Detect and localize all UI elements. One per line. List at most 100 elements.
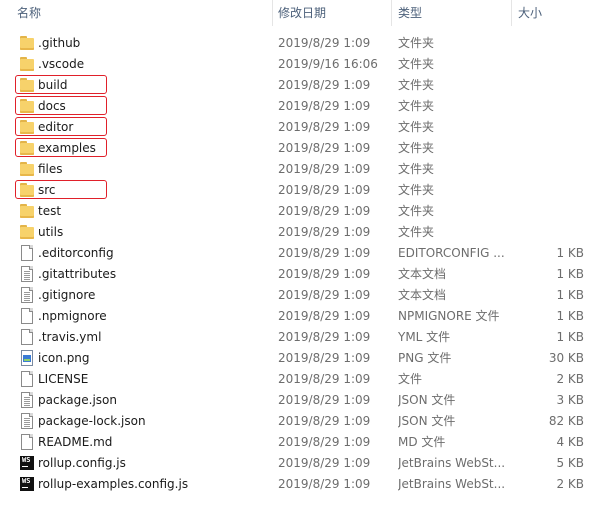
file-row[interactable]: icon.png 2019/8/29 1:09 PNG 文件 30 KB (0, 348, 609, 369)
file-row[interactable]: .travis.yml 2019/8/29 1:09 YML 文件 1 KB (0, 327, 609, 348)
folder-icon (19, 98, 35, 114)
folder-icon (19, 35, 35, 51)
file-type: EDITORCONFIG ... (398, 246, 505, 260)
file-row[interactable]: editor 2019/8/29 1:09 文件夹 (0, 117, 609, 138)
file-size: 1 KB (556, 267, 584, 281)
file-date: 2019/8/29 1:09 (278, 372, 371, 386)
file-name: examples (38, 141, 96, 155)
file-type: JSON 文件 (398, 393, 456, 407)
text-file-icon (19, 266, 35, 282)
file-row[interactable]: test 2019/8/29 1:09 文件夹 (0, 201, 609, 222)
file-date: 2019/8/29 1:09 (278, 120, 371, 134)
file-date: 2019/8/29 1:09 (278, 183, 371, 197)
file-type: 文件夹 (398, 204, 435, 218)
folder-icon (19, 140, 35, 156)
file-name: .npmignore (38, 309, 107, 323)
file-date: 2019/8/29 1:09 (278, 225, 371, 239)
folder-icon (19, 77, 35, 93)
file-row[interactable]: WS rollup-examples.config.js 2019/8/29 1:0… (0, 474, 609, 495)
file-date: 2019/8/29 1:09 (278, 330, 371, 344)
file-name: editor (38, 120, 74, 134)
file-type: 文件夹 (398, 141, 435, 155)
column-header-name[interactable]: 名称 (17, 0, 41, 26)
file-size: 82 KB (548, 414, 584, 428)
file-row[interactable]: .gitattributes 2019/8/29 1:09 文本文档 1 KB (0, 264, 609, 285)
file-date: 2019/8/29 1:09 (278, 36, 371, 50)
file-name: LICENSE (38, 372, 89, 386)
file-date: 2019/8/29 1:09 (278, 393, 371, 407)
file-size: 2 KB (556, 477, 584, 491)
text-file-icon (19, 413, 35, 429)
file-type: 文件 (398, 372, 423, 386)
folder-icon (19, 203, 35, 219)
file-row[interactable]: files 2019/8/29 1:09 文件夹 (0, 159, 609, 180)
file-type: 文本文档 (398, 288, 447, 302)
file-date: 2019/8/29 1:09 (278, 162, 371, 176)
file-type: 文本文档 (398, 267, 447, 281)
file-row[interactable]: docs 2019/8/29 1:09 文件夹 (0, 96, 609, 117)
file-icon (19, 371, 35, 387)
file-type: 文件夹 (398, 183, 435, 197)
webstorm-file-icon: WS (19, 476, 35, 492)
file-name: test (38, 204, 62, 218)
file-row[interactable]: WS rollup.config.js 2019/8/29 1:09 JetBrain… (0, 453, 609, 474)
file-row[interactable]: utils 2019/8/29 1:09 文件夹 (0, 222, 609, 243)
column-header-date[interactable]: 修改日期 (278, 0, 326, 26)
column-divider[interactable] (272, 0, 273, 26)
file-name: docs (38, 99, 66, 113)
file-type: 文件夹 (398, 120, 435, 134)
file-type: YML 文件 (398, 330, 451, 344)
file-type: NPMIGNORE 文件 (398, 309, 500, 323)
file-row[interactable]: .vscode 2019/9/16 16:06 文件夹 (0, 54, 609, 75)
file-name: files (38, 162, 63, 176)
file-row[interactable]: build 2019/8/29 1:09 文件夹 (0, 75, 609, 96)
file-date: 2019/8/29 1:09 (278, 204, 371, 218)
file-date: 2019/8/29 1:09 (278, 78, 371, 92)
file-type: 文件夹 (398, 78, 435, 92)
folder-icon (19, 119, 35, 135)
file-row[interactable]: examples 2019/8/29 1:09 文件夹 (0, 138, 609, 159)
file-name: package-lock.json (38, 414, 146, 428)
file-name: .gitignore (38, 288, 96, 302)
sort-up-icon: ^ (134, 0, 147, 7)
column-header-size[interactable]: 大小 (518, 0, 542, 26)
file-name: README.md (38, 435, 113, 449)
column-divider[interactable] (511, 0, 512, 26)
file-date: 2019/8/29 1:09 (278, 141, 371, 155)
image-file-icon (19, 350, 35, 366)
file-row[interactable]: package.json 2019/8/29 1:09 JSON 文件 3 KB (0, 390, 609, 411)
text-file-icon (19, 287, 35, 303)
file-date: 2019/8/29 1:09 (278, 246, 371, 260)
column-divider[interactable] (391, 0, 392, 26)
file-size: 1 KB (556, 288, 584, 302)
file-type: JSON 文件 (398, 414, 456, 428)
file-type: JetBrains WebSt... (398, 456, 506, 470)
file-row[interactable]: .gitignore 2019/8/29 1:09 文本文档 1 KB (0, 285, 609, 306)
file-size: 5 KB (556, 456, 584, 470)
file-name: .editorconfig (38, 246, 114, 260)
file-row[interactable]: .editorconfig 2019/8/29 1:09 EDITORCONFIG … (0, 243, 609, 264)
file-date: 2019/8/29 1:09 (278, 99, 371, 113)
file-date: 2019/8/29 1:09 (278, 477, 371, 491)
file-row[interactable]: package-lock.json 2019/8/29 1:09 JSON 文件 82… (0, 411, 609, 432)
file-icon (19, 329, 35, 345)
file-name: .gitattributes (38, 267, 117, 281)
file-type: JetBrains WebSt... (398, 477, 506, 491)
file-name: .travis.yml (38, 330, 102, 344)
folder-icon (19, 56, 35, 72)
file-type: 文件夹 (398, 99, 435, 113)
file-date: 2019/8/29 1:09 (278, 456, 371, 470)
folder-icon (19, 182, 35, 198)
file-row[interactable]: .github 2019/8/29 1:09 文件夹 (0, 33, 609, 54)
file-row[interactable]: src 2019/8/29 1:09 文件夹 (0, 180, 609, 201)
column-header-type[interactable]: 类型 (398, 0, 422, 26)
file-type: 文件夹 (398, 225, 435, 239)
file-icon (19, 434, 35, 450)
file-row[interactable]: README.md 2019/8/29 1:09 MD 文件 4 KB (0, 432, 609, 453)
file-row[interactable]: LICENSE 2019/8/29 1:09 文件 2 KB (0, 369, 609, 390)
file-row[interactable]: .npmignore 2019/8/29 1:09 NPMIGNORE 文件 1 KB (0, 306, 609, 327)
file-type: MD 文件 (398, 435, 446, 449)
file-name: icon.png (38, 351, 90, 365)
file-size: 30 KB (548, 351, 584, 365)
file-icon (19, 245, 35, 261)
